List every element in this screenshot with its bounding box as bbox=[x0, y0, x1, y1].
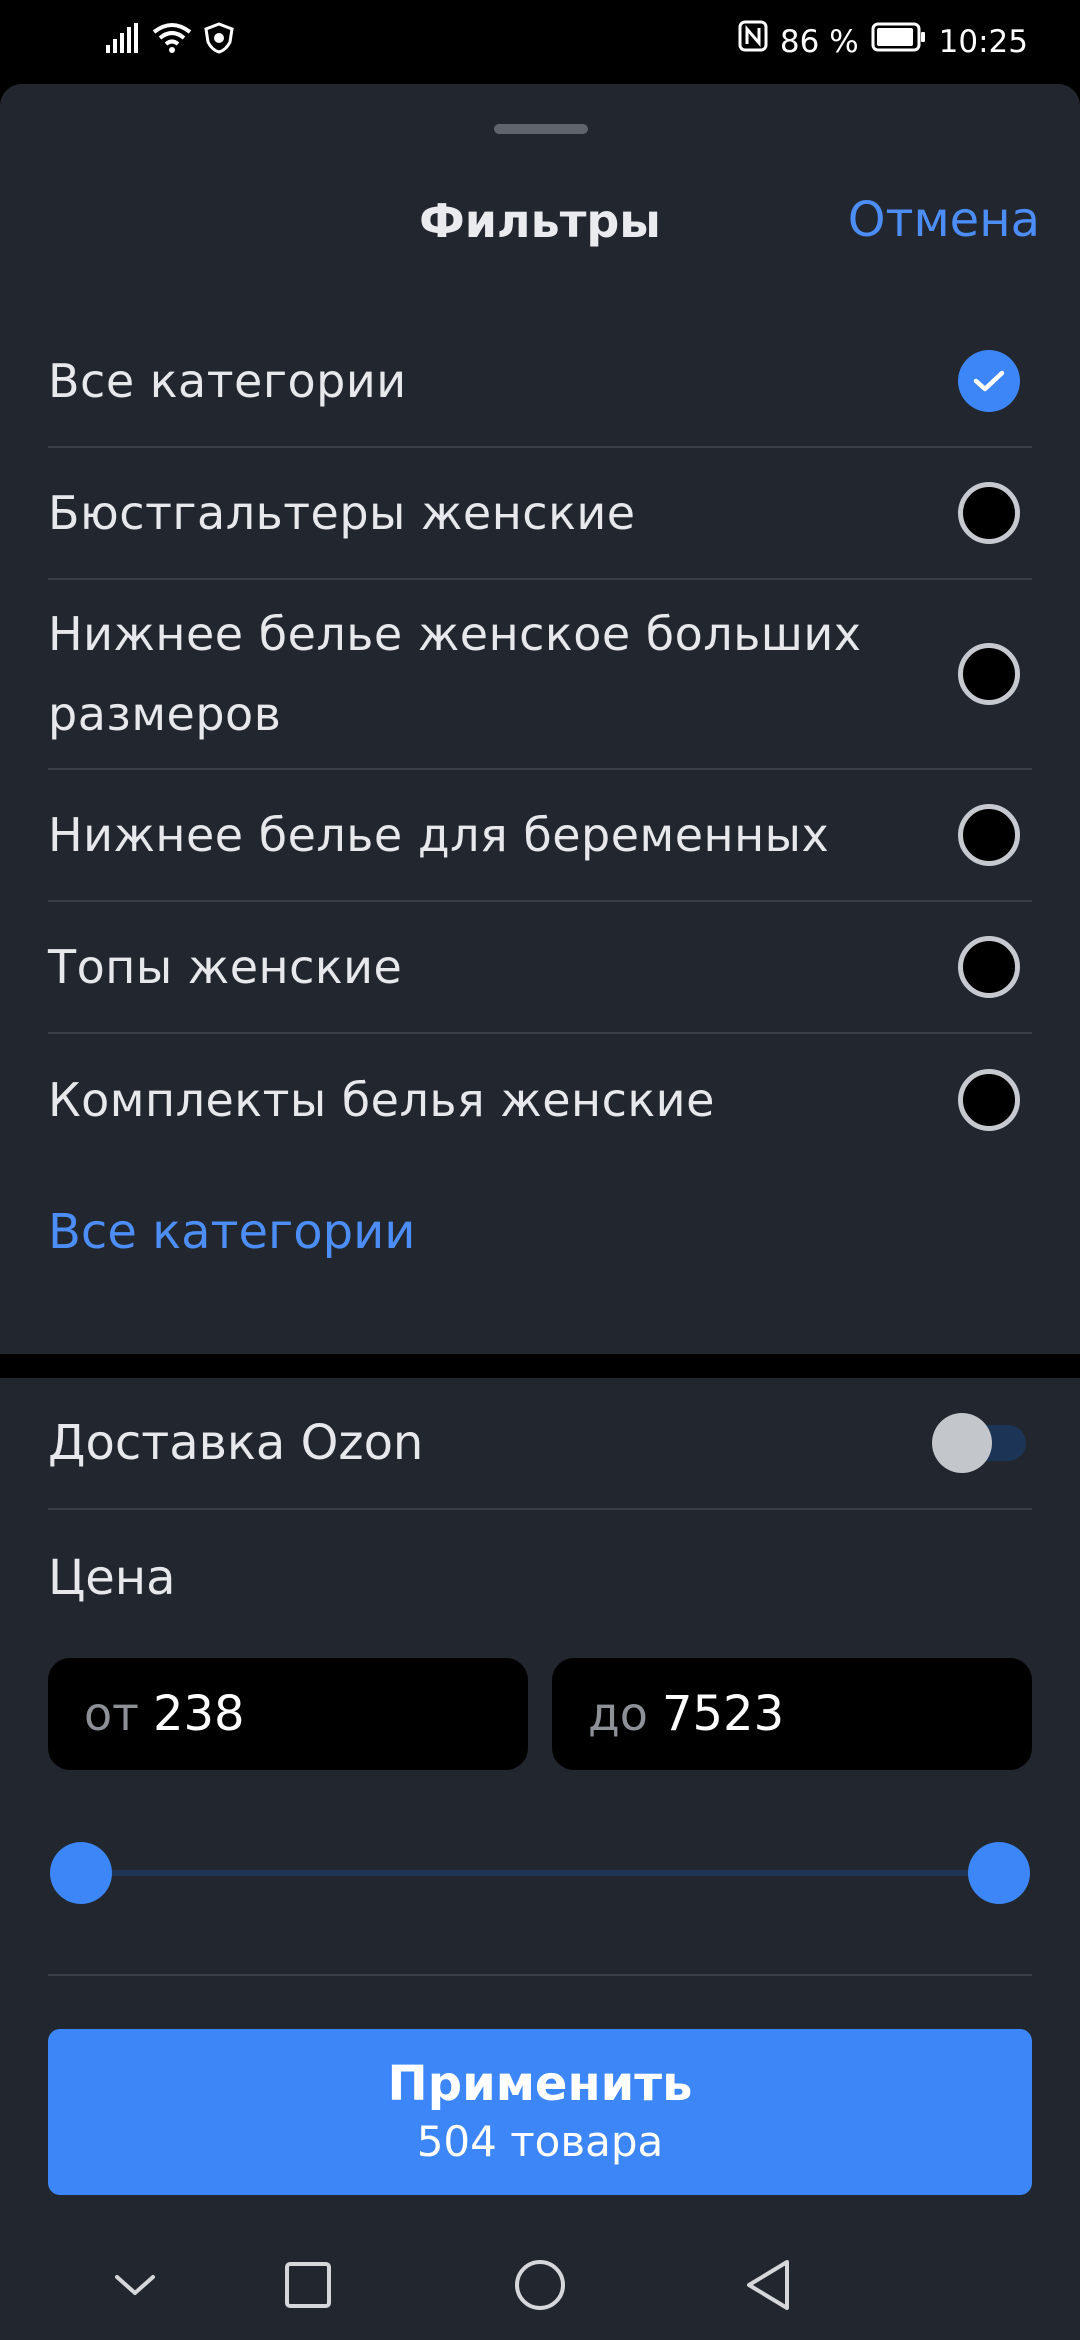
radio-icon[interactable] bbox=[958, 482, 1020, 544]
price-label: Цена bbox=[48, 1550, 176, 1606]
divider bbox=[48, 1974, 1032, 1976]
nfc-icon bbox=[738, 20, 768, 64]
radio-icon[interactable] bbox=[958, 1069, 1020, 1131]
category-item-bras[interactable]: Бюстгальтеры женские bbox=[48, 448, 1032, 580]
filter-sheet: Фильтры Отмена Все категории Бюстгальтер… bbox=[0, 84, 1080, 1354]
slider-max-handle[interactable] bbox=[968, 1842, 1030, 1904]
category-item-all[interactable]: Все категории bbox=[48, 316, 1032, 448]
back-icon[interactable] bbox=[728, 2250, 808, 2320]
radio-icon[interactable] bbox=[958, 804, 1020, 866]
clock: 10:25 bbox=[938, 24, 1028, 60]
apply-button[interactable]: Применить 504 товара bbox=[48, 2029, 1032, 2195]
category-label: Все категории bbox=[48, 354, 407, 408]
wifi-icon bbox=[152, 22, 192, 58]
apply-button-count: 504 товара bbox=[416, 2117, 664, 2166]
slider-min-handle[interactable] bbox=[50, 1842, 112, 1904]
category-item-maternity[interactable]: Нижнее белье для беременных bbox=[48, 770, 1032, 902]
category-label: Топы женские bbox=[48, 940, 403, 994]
category-item-tops[interactable]: Топы женские bbox=[48, 902, 1032, 1034]
price-to-value: 7523 bbox=[661, 1686, 785, 1742]
system-nav-bar bbox=[0, 2232, 1080, 2340]
toggle-knob bbox=[932, 1413, 992, 1473]
radio-icon[interactable] bbox=[958, 643, 1020, 705]
cancel-button[interactable]: Отмена bbox=[848, 192, 1040, 248]
category-list: Все категории Бюстгальтеры женские Нижне… bbox=[48, 316, 1032, 1166]
signal-icon bbox=[106, 23, 140, 57]
chevron-down-icon[interactable] bbox=[95, 2250, 175, 2320]
drag-handle[interactable] bbox=[494, 124, 588, 134]
category-label: Бюстгальтеры женские bbox=[48, 486, 636, 540]
apply-button-title: Применить bbox=[387, 2056, 693, 2112]
home-icon[interactable] bbox=[500, 2250, 580, 2320]
category-label: Нижнее белье для беременных bbox=[48, 808, 830, 862]
battery-icon bbox=[871, 20, 927, 64]
recent-apps-icon[interactable] bbox=[268, 2250, 348, 2320]
category-label: Комплекты белья женские bbox=[48, 1073, 715, 1127]
delivery-ozon-row[interactable]: Доставка Ozon bbox=[48, 1378, 1032, 1510]
category-label: Нижнее белье женское больших размеров bbox=[48, 607, 862, 741]
price-to-field[interactable]: до 7523 bbox=[552, 1658, 1032, 1770]
price-from-field[interactable]: от 238 bbox=[48, 1658, 528, 1770]
radio-icon[interactable] bbox=[958, 936, 1020, 998]
all-categories-link[interactable]: Все категории bbox=[48, 1204, 415, 1260]
price-to-prefix: до bbox=[588, 1687, 648, 1741]
checked-radio-icon[interactable] bbox=[958, 350, 1020, 412]
category-item-plus-size[interactable]: Нижнее белье женское больших размеров bbox=[48, 580, 1032, 770]
delivery-ozon-toggle[interactable] bbox=[932, 1413, 1028, 1473]
delivery-ozon-label: Доставка Ozon bbox=[48, 1415, 424, 1471]
status-bar: 86 % 10:25 bbox=[0, 0, 1080, 84]
shield-icon bbox=[204, 22, 234, 58]
price-from-value: 238 bbox=[152, 1686, 245, 1742]
price-from-prefix: от bbox=[84, 1687, 139, 1741]
price-range-slider[interactable] bbox=[50, 1838, 1030, 1908]
category-item-sets[interactable]: Комплекты белья женские bbox=[48, 1034, 1032, 1166]
slider-track bbox=[80, 1870, 1000, 1876]
filter-options: Доставка Ozon Цена от 238 до 7523 Примен… bbox=[0, 1378, 1080, 2340]
battery-percent: 86 % bbox=[779, 24, 859, 60]
